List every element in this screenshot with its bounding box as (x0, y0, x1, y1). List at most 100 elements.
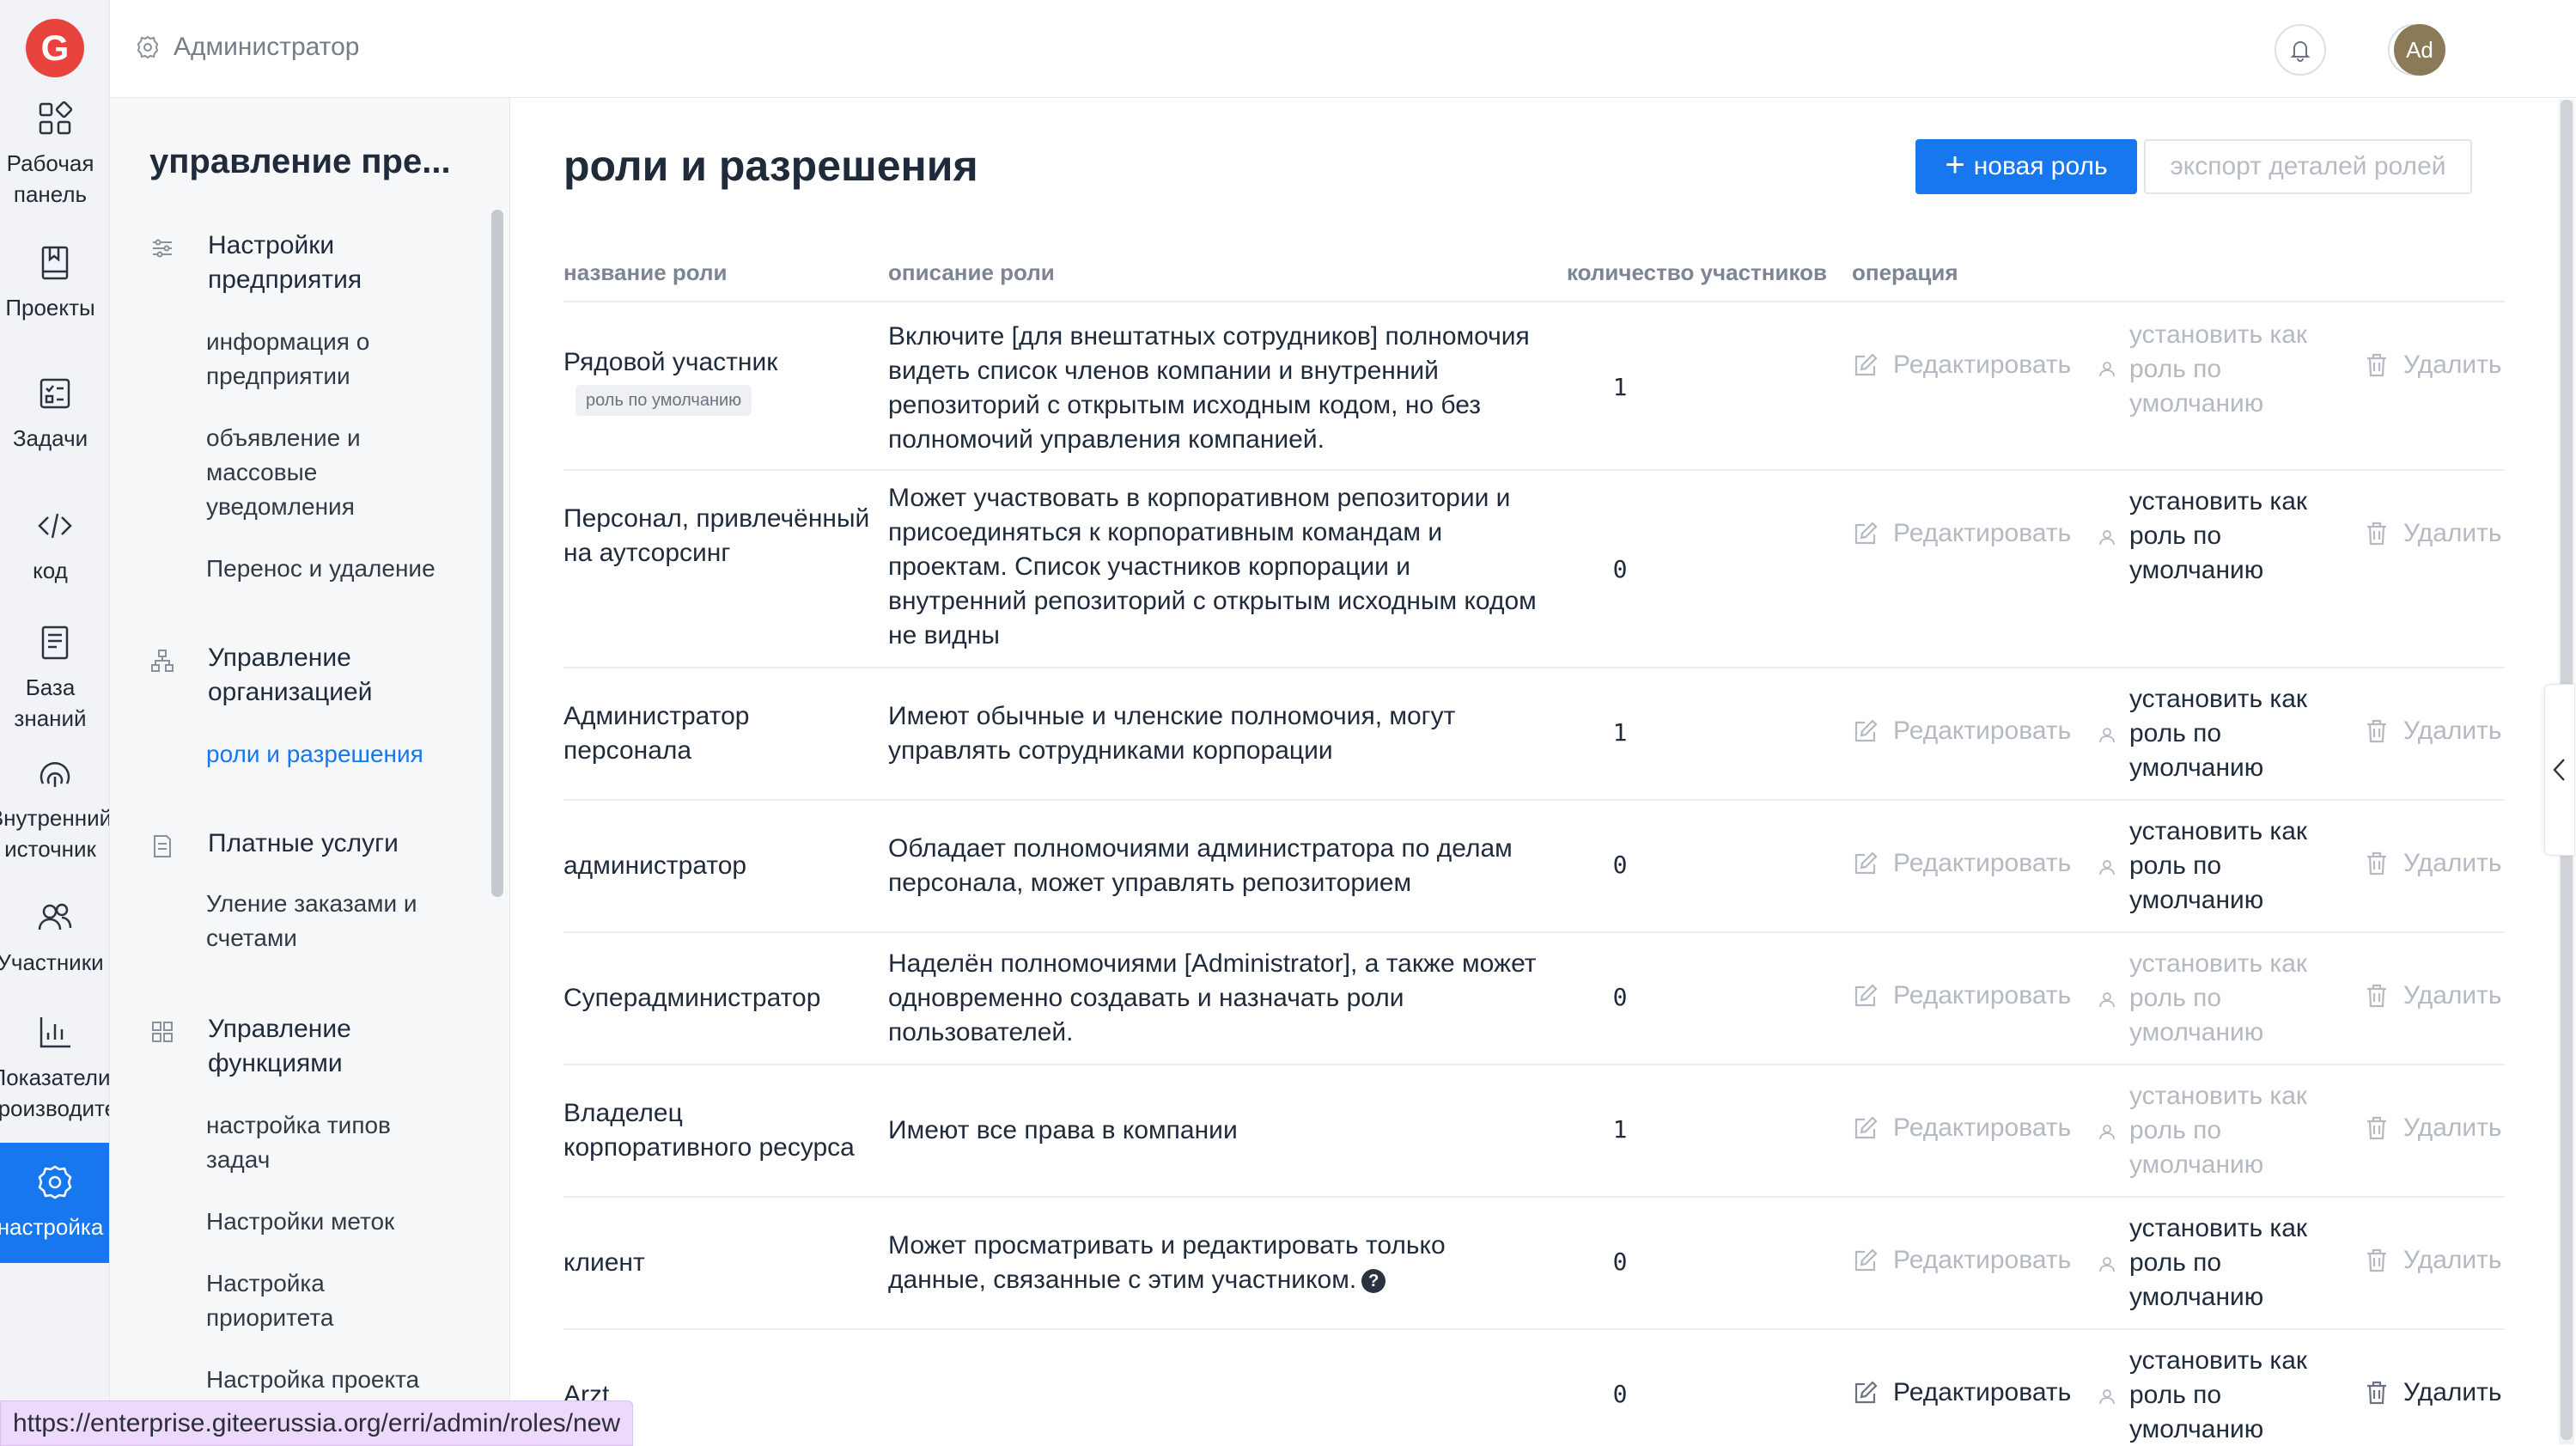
rail-label: Внутренний источник (0, 805, 110, 862)
export-roles-button[interactable]: экспорт деталей ролей (2144, 139, 2472, 194)
rail-label: Показатели производитель (0, 1065, 110, 1121)
chart-icon (40, 1017, 70, 1048)
rail-item-knowledge-base[interactable]: База знаний (0, 624, 109, 734)
grid-icon (152, 1022, 173, 1042)
edit-button[interactable]: Редактировать (1852, 519, 2071, 548)
sidebar-item-orders-invoices[interactable]: Уление заказами и счетами (206, 887, 455, 955)
users-icon (38, 903, 72, 930)
delete-label: Удалить (2403, 981, 2502, 1010)
notifications-button[interactable] (2275, 24, 2326, 76)
role-description: Обладает полномочиями администратора по … (888, 834, 1513, 897)
delete-button[interactable]: Удалить (2364, 1378, 2502, 1407)
delete-button[interactable]: Удалить (2364, 849, 2502, 878)
member-count: 1 (1612, 1115, 1628, 1144)
link-status-bar: https://enterprise.giteerussia.org/erri/… (0, 1400, 633, 1446)
member-count: 0 (1612, 555, 1628, 583)
table-row: Администратор персонала Имеют обычные и … (563, 668, 2505, 801)
set-default-button[interactable]: установить как роль по умолчанию (2129, 1211, 2335, 1315)
user-avatar[interactable]: Ad (2394, 24, 2445, 76)
delete-button[interactable]: Удалить (2364, 1246, 2502, 1275)
sidebar-item-task-types[interactable]: настройка типов задач (206, 1108, 455, 1177)
sidebar-group-organization[interactable]: Управление организацией (149, 641, 448, 710)
rail-item-inner-source[interactable]: Внутренний источник (0, 754, 110, 864)
role-name-cell: Рядовой участник роль по умолчанию (563, 345, 873, 416)
rail-item-settings[interactable]: настройка (0, 1143, 109, 1263)
delete-label: Удалить (2403, 717, 2502, 745)
sidebar-group-features[interactable]: Управление функциями (149, 1012, 448, 1081)
sidebar-scrollbar[interactable] (491, 210, 503, 897)
rail-label: Участники (0, 949, 104, 975)
sidebar-item-announcements[interactable]: объявление и массовые уведомления (206, 421, 455, 524)
new-role-button[interactable]: + новая роль (1915, 139, 2137, 194)
gear-icon (38, 1165, 72, 1199)
gitee-logo[interactable]: G (26, 19, 84, 77)
rail-item-projects[interactable]: Проекты (0, 244, 109, 323)
set-default-button[interactable]: установить как роль по умолчанию (2129, 682, 2335, 785)
edit-button[interactable]: Редактировать (1852, 1246, 2071, 1275)
column-header-description: описание роли (888, 259, 1055, 285)
sliders-icon (153, 239, 172, 258)
help-icon[interactable]: ? (1361, 1269, 1386, 1294)
edit-button[interactable]: Редактировать (1852, 981, 2071, 1010)
sidebar-item-priority[interactable]: Настройка приоритета (206, 1266, 455, 1335)
edit-button[interactable]: Редактировать (1852, 1113, 2071, 1143)
set-default-button[interactable]: установить как роль по умолчанию (2129, 947, 2335, 1050)
edit-icon (1854, 984, 1878, 1007)
column-header-count: количество участников (1567, 259, 1827, 285)
sidebar-item-roles-permissions[interactable]: роли и разрешения (206, 737, 455, 772)
edit-label: Редактировать (1893, 717, 2072, 745)
sidebar-item-project-settings[interactable]: Настройка проекта (206, 1363, 455, 1397)
rail-label: База знаний (14, 674, 87, 731)
trash-icon (2367, 1116, 2386, 1140)
edit-label: Редактировать (1893, 1113, 2072, 1142)
rail-item-members[interactable]: Участники (0, 899, 109, 978)
bell-icon (2290, 41, 2311, 62)
new-role-label: новая роль (1973, 152, 2108, 180)
set-default-button[interactable]: установить как роль по умолчанию (2129, 815, 2335, 918)
delete-button[interactable]: Удалить (2364, 351, 2502, 380)
edit-button[interactable]: Редактировать (1852, 717, 2071, 746)
delete-button[interactable]: Удалить (2364, 717, 2502, 746)
set-default-button[interactable]: установить как роль по умолчанию (2129, 318, 2335, 421)
role-description: Включите [для внештатных сотрудников] по… (888, 322, 1530, 454)
rail-label: Проекты (5, 295, 95, 320)
delete-button[interactable]: Удалить (2364, 981, 2502, 1010)
plus-icon: + (1945, 146, 1965, 184)
role-name: Рядовой участник (563, 348, 778, 376)
role-description: Может участвовать в корпоративном репози… (888, 484, 1537, 650)
sidebar-item-enterprise-info[interactable]: информация о предприятии (206, 325, 455, 394)
edit-button[interactable]: Редактировать (1852, 351, 2071, 380)
code-icon (38, 513, 72, 539)
sidebar-group-label: Управление функциями (208, 1015, 351, 1077)
rail-item-code[interactable]: код (0, 507, 109, 586)
column-header-operation: операция (1852, 259, 1958, 285)
sidebar-group-paid-services[interactable]: Платные услуги (149, 827, 448, 861)
set-default-button[interactable]: установить как роль по умолчанию (2129, 485, 2335, 588)
role-description: Может просматривать и редактировать толь… (888, 1229, 1550, 1297)
sidebar-item-transfer-delete[interactable]: Перенос и удаление (206, 552, 455, 586)
role-name: Суперадминистратор (563, 984, 821, 1012)
table-row: клиент Может просматривать и редактирова… (563, 1198, 2505, 1330)
sidebar-group-enterprise-settings[interactable]: Настройки предприятия (149, 229, 448, 297)
table-header: название роли описание роли количество у… (563, 249, 2505, 302)
role-name: Персонал, привлечённый на аутсорсинг (563, 504, 870, 567)
edit-icon (1854, 522, 1878, 545)
edit-icon (1854, 353, 1878, 376)
sidebar-group-label: Управление организацией (208, 644, 373, 706)
set-default-button[interactable]: установить как роль по умолчанию (2129, 1079, 2335, 1182)
rail-item-dashboard[interactable]: Рабочая панель (0, 100, 109, 210)
sidebar-item-labels[interactable]: Настройки меток (206, 1205, 455, 1239)
delete-button[interactable]: Удалить (2364, 1113, 2502, 1143)
table-row: Рядовой участник роль по умолчанию Включ… (563, 302, 2505, 471)
breadcrumb[interactable]: Администратор (136, 33, 359, 62)
edit-button[interactable]: Редактировать (1852, 849, 2071, 878)
delete-button[interactable]: Удалить (2364, 519, 2502, 548)
trash-icon (2367, 522, 2386, 546)
rail-item-tasks[interactable]: Задачи (0, 375, 109, 454)
edit-button[interactable]: Редактировать (1852, 1378, 2071, 1407)
side-panel-toggle[interactable] (2544, 684, 2575, 856)
document-icon (41, 625, 69, 660)
gear-icon (137, 35, 159, 59)
rail-item-metrics[interactable]: Показатели производитель (0, 1014, 110, 1124)
set-default-button[interactable]: установить как роль по умолчанию (2129, 1344, 2335, 1446)
